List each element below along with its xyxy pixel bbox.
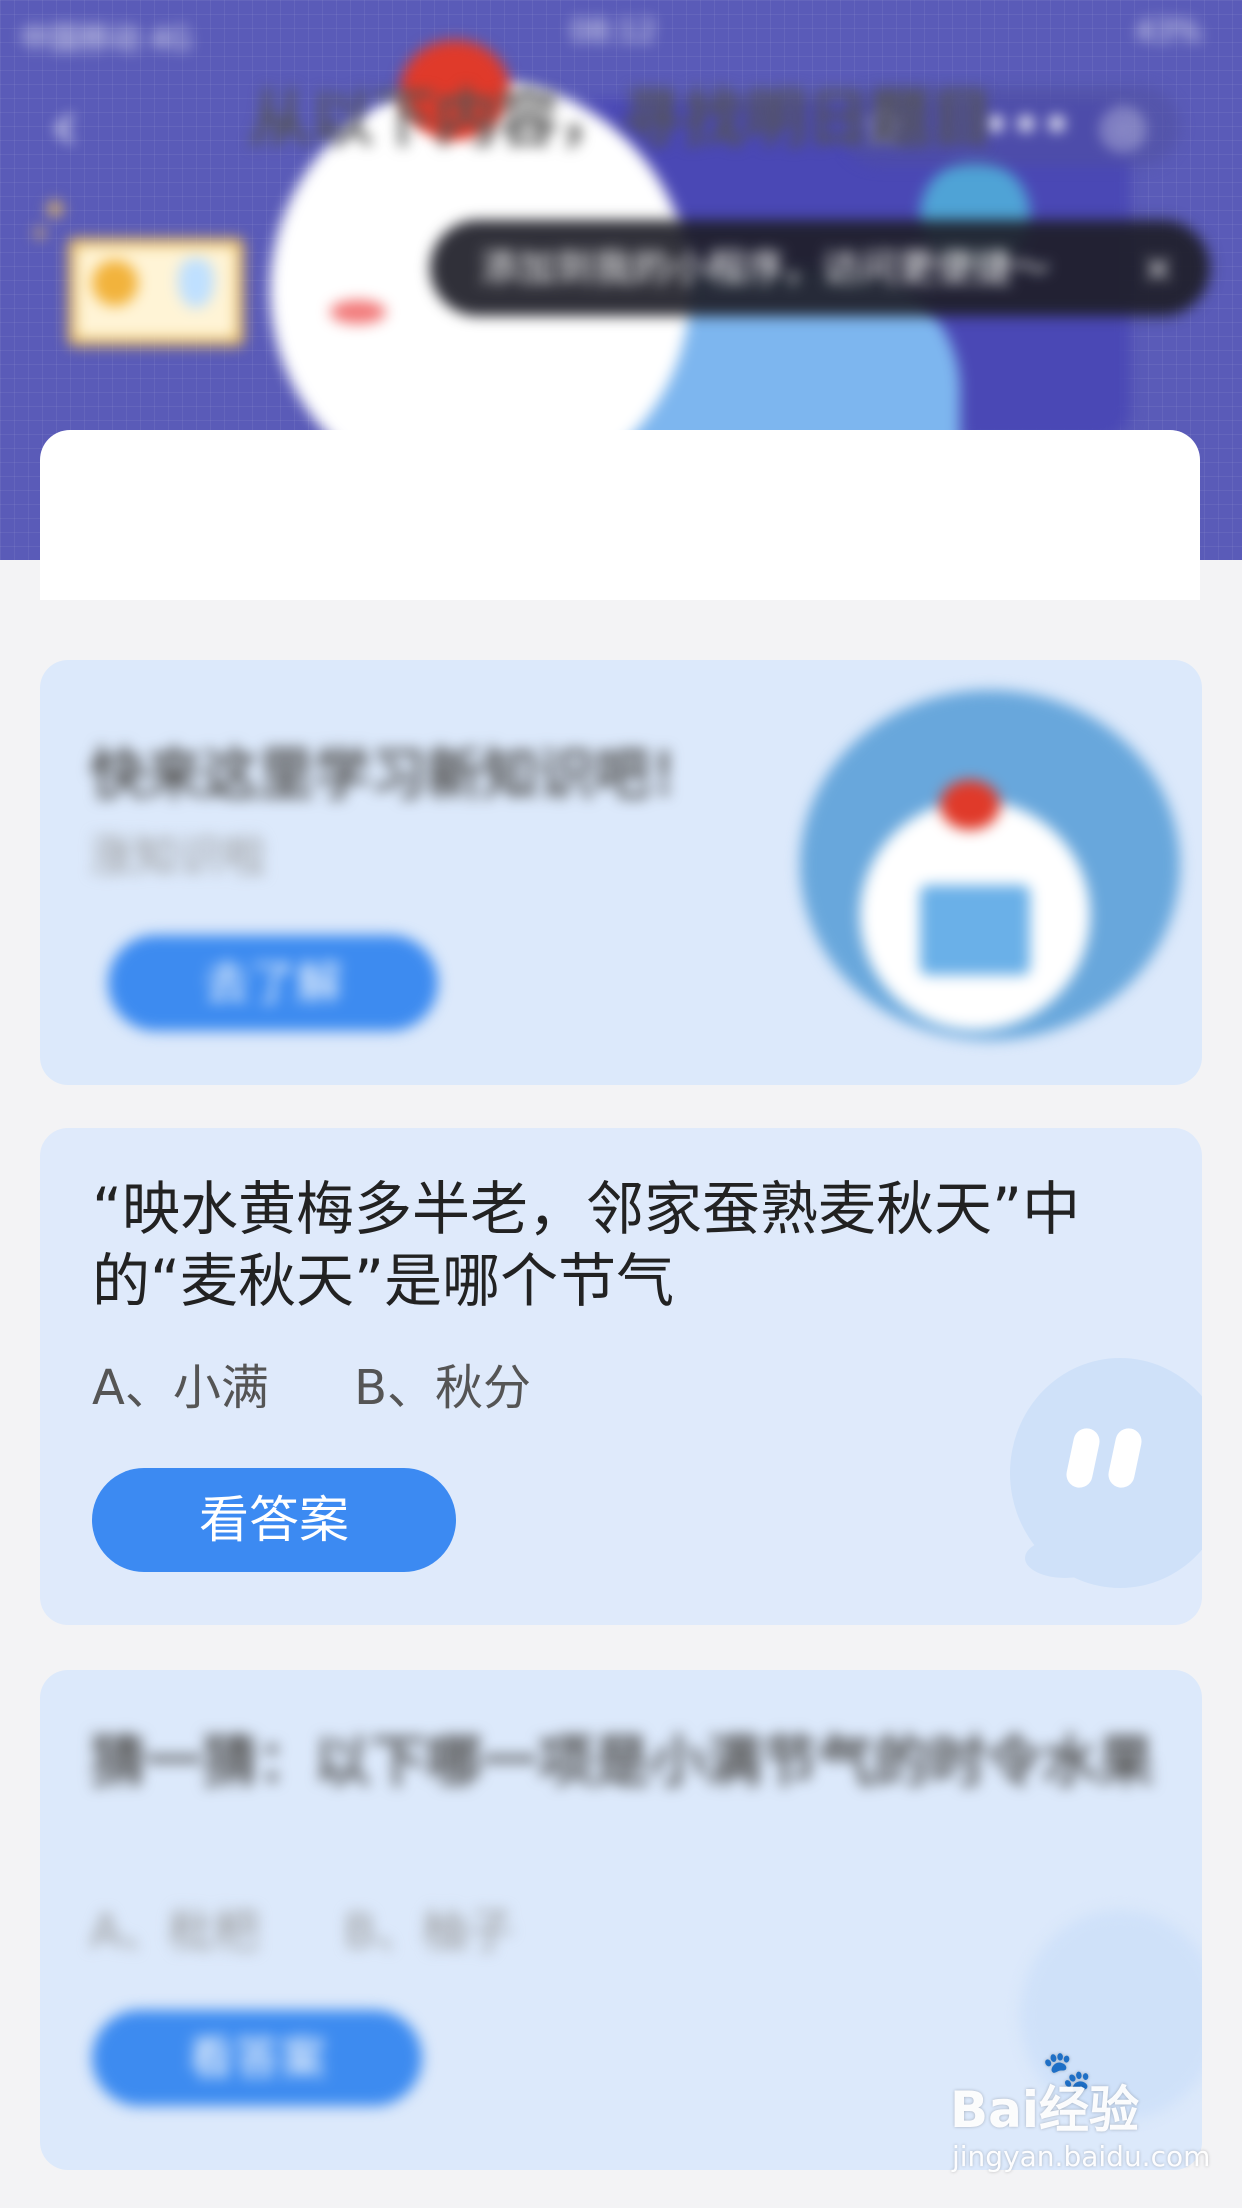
chick-cheek-illustration [330,300,386,324]
chick-comb-illustration [940,780,1000,830]
option-b: B、秋分 [354,1360,532,1416]
question-text: “映水黄梅多半老，邻家蚕熟麦秋天”中的“麦秋天”是哪个节气 [92,1175,1081,1315]
guess-question-text: 猜一猜：以下哪一项是小满节气的时令水果 [90,1730,1154,1795]
status-bar: 中国移动 4G 08:12 43% [0,0,1242,60]
learn-card-subtitle: 涨知识啦 [90,831,266,882]
question-card: “映水黄梅多半老，邻家蚕熟麦秋天”中的“麦秋天”是哪个节气 A、小满 B、秋分 … [40,1128,1202,1625]
guess-options: A、枇杷 B、柚子 [90,1895,584,1961]
header-banner: 中国移动 4G 08:12 43% ✦ ✦ ‹ ☆ ••• ◎ 添加到我的小程序… [0,0,1242,600]
carrier-label: 中国移动 4G [20,22,192,57]
learn-card-title: 快来这里学习新知识吧！ [90,743,706,808]
watermark-url: jingyan.baidu.com [952,2140,1211,2173]
clock-label: 08:12 [570,14,657,49]
option-a: A、小满 [92,1360,269,1416]
guess-view-answer-button[interactable]: 看答案 [92,2010,422,2106]
learn-more-button[interactable]: 去了解 [108,935,438,1031]
question-options: A、小满 B、秋分 [92,1348,601,1418]
chat-bubble-tail [1025,1538,1105,1578]
title-card [40,430,1200,600]
book-icon [920,885,1030,975]
watermark-logo: Bai经验 [950,2081,1139,2139]
add-mini-program-tooltip[interactable]: 添加到我的小程序，访问更便捷～ × [430,220,1210,316]
option-b: B、柚子 [344,1904,514,1958]
view-answer-button[interactable]: 看答案 [92,1468,456,1572]
battery-label: 43% [1135,14,1202,49]
page-title: 从以下内容，寻找明日题目 [248,82,993,155]
option-a: A、枇杷 [90,1904,260,1958]
sparkle-icon: ✦ [30,220,51,248]
close-icon[interactable]: × [1142,220,1174,316]
baidu-jingyan-watermark: 🐾 Bai经验 jingyan.baidu.com [950,2049,1220,2200]
decor-frame-image [68,238,244,346]
tooltip-text: 添加到我的小程序，访问更便捷～ [480,246,1051,290]
learn-card[interactable]: 快来这里学习新知识吧！ 涨知识啦 去了解 [40,660,1202,1085]
